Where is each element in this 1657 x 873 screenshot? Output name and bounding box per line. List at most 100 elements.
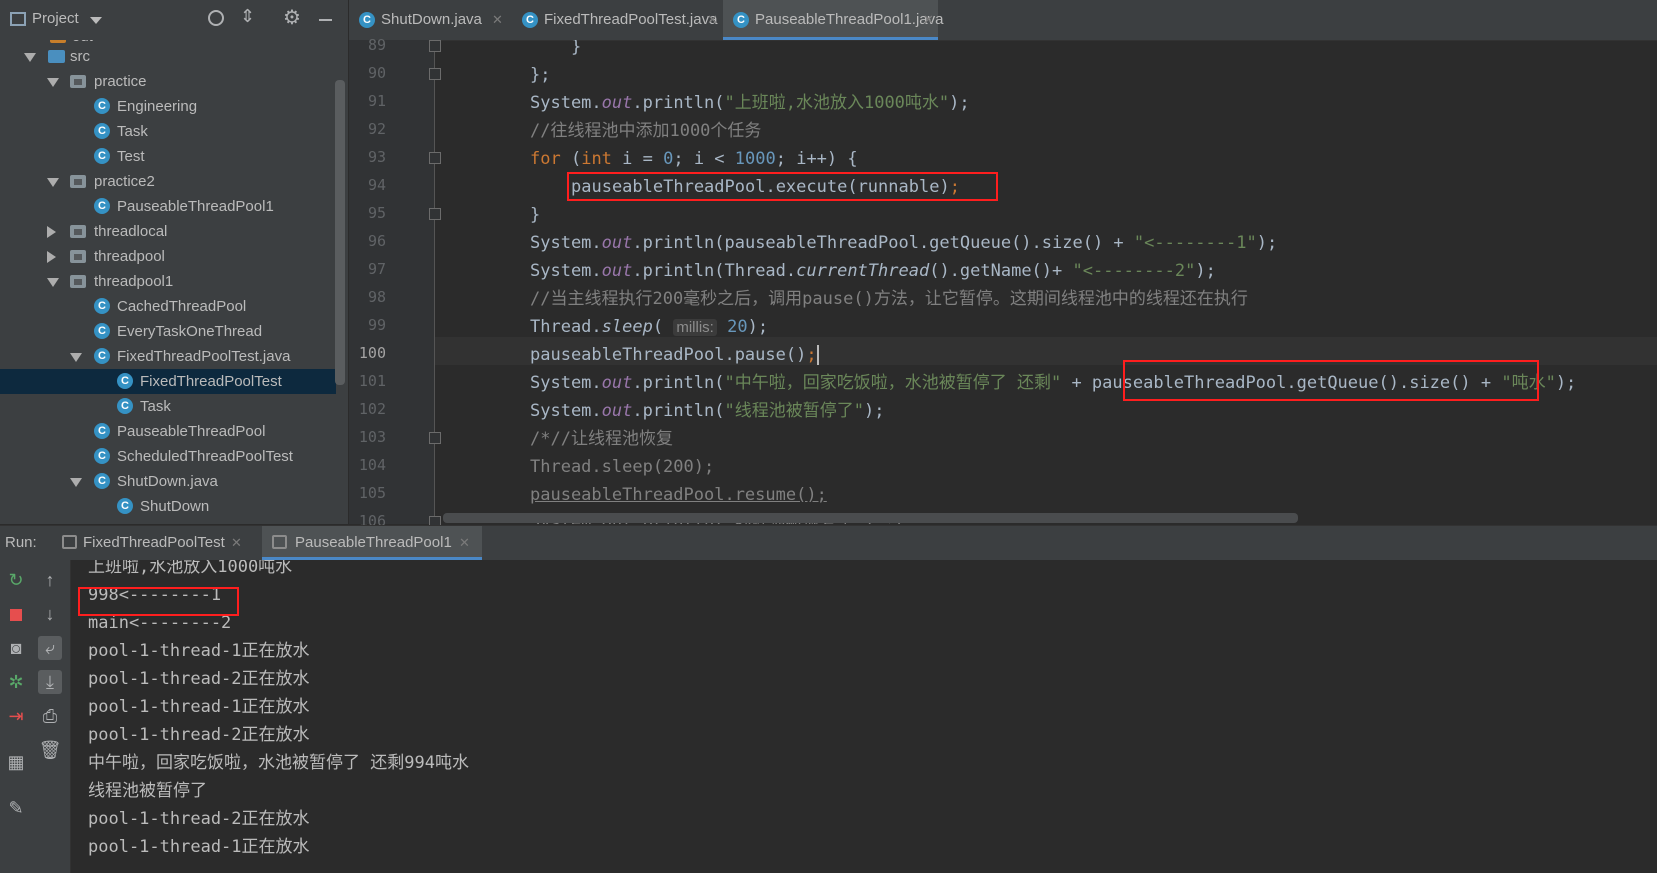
class-icon: C	[94, 323, 110, 339]
code-line-96: System.out.println(pauseableThreadPool.g…	[530, 233, 1278, 253]
tree-item-src[interactable]: src	[0, 44, 336, 69]
tree-item-threadpool1[interactable]: threadpool1	[0, 269, 336, 294]
locate-icon[interactable]	[208, 10, 224, 26]
source-folder-icon	[48, 50, 65, 63]
chevron-down-icon[interactable]	[24, 53, 36, 62]
tree-item-cachedthreadpool[interactable]: C CachedThreadPool	[0, 294, 336, 319]
chevron-down-icon[interactable]	[47, 178, 59, 187]
run-label: Run:	[5, 534, 37, 551]
tab-pauseablethreadpool1-java[interactable]: C PauseableThreadPool1.java ✕	[723, 0, 943, 40]
project-view-icon[interactable]	[10, 12, 26, 26]
layout-icon[interactable]: ▦	[4, 750, 28, 774]
minimize-icon[interactable]	[319, 19, 332, 21]
run-tab-fixedthreadpooltest[interactable]: FixedThreadPoolTest ✕	[58, 526, 253, 559]
print-icon[interactable]: ⎙	[38, 704, 62, 728]
console-line: 线程池被暂停了	[88, 781, 207, 801]
chevron-down-icon[interactable]	[70, 353, 82, 362]
run-toolbar: ↻ ↑ ↓ ◙ ⤶ ✲ ⤓ ⇥ ⎙ 🗑 ▦ ✎	[0, 560, 71, 873]
arrow-down-icon[interactable]: ↓	[38, 602, 62, 626]
soft-wrap-icon[interactable]: ⤶	[38, 636, 62, 660]
run-tab-pauseablethreadpool1[interactable]: PauseableThreadPool1 ✕	[262, 526, 482, 560]
chevron-down-icon[interactable]	[47, 278, 59, 287]
close-icon[interactable]: ✕	[707, 0, 718, 40]
console-output[interactable]: 上班啦,水池放入1000吨水 998<--------1 main<------…	[71, 560, 1657, 873]
code-line-95: }	[530, 205, 541, 225]
tree-item-practice[interactable]: practice	[0, 69, 336, 94]
tree-item-shutdown-java[interactable]: C ShutDown.java	[0, 469, 336, 494]
chevron-down-icon[interactable]	[70, 478, 82, 487]
code-line-100: pauseableThreadPool.pause();	[530, 345, 819, 365]
tree-item-test[interactable]: C Test	[0, 144, 336, 169]
line-number: 90	[367, 64, 386, 82]
horizontal-scrollbar[interactable]	[443, 513, 1298, 523]
trash-icon[interactable]: 🗑	[38, 738, 62, 762]
run-config-icon	[272, 535, 287, 549]
class-icon: C	[117, 398, 133, 414]
tree-item-threadpool[interactable]: threadpool	[0, 244, 336, 269]
chevron-right-icon[interactable]	[47, 251, 56, 263]
class-icon: C	[94, 123, 110, 139]
code-line-103: /*//让线程池恢复	[530, 429, 673, 449]
line-number: 98	[367, 288, 386, 306]
chevron-down-icon[interactable]	[47, 78, 59, 87]
package-icon	[70, 225, 86, 238]
tab-fixedthreadpooltest-java[interactable]: C FixedThreadPoolTest.java ✕	[512, 0, 718, 40]
class-icon: C	[94, 298, 110, 314]
code-line-90: };	[530, 65, 551, 85]
stop-icon[interactable]	[4, 602, 28, 626]
tree-item-pauseablethreadpool1[interactable]: C PauseableThreadPool1	[0, 194, 336, 219]
close-icon[interactable]: ✕	[231, 526, 242, 560]
line-number: 95	[367, 204, 386, 222]
rerun-icon[interactable]: ↻	[4, 568, 28, 592]
java-file-icon: C	[94, 348, 110, 364]
tab-shutdown-java[interactable]: C ShutDown.java ✕	[349, 0, 504, 37]
console-line: pool-1-thread-1正在放水	[88, 837, 310, 857]
code-editor[interactable]: } }; System.out.println("上班啦,水池放入1000吨水"…	[435, 40, 1657, 524]
chevron-down-icon[interactable]	[90, 17, 102, 24]
tree-item-shutdown[interactable]: C ShutDown	[0, 494, 336, 519]
chevron-right-icon[interactable]	[47, 226, 56, 238]
collapse-all-icon[interactable]: ⇕	[240, 6, 255, 27]
class-icon: C	[94, 198, 110, 214]
folder-icon	[50, 40, 66, 43]
package-icon	[70, 275, 86, 288]
class-icon: C	[94, 148, 110, 164]
tree-item-task-2[interactable]: C Task	[0, 394, 336, 419]
tree-item-fixedthreadpooltest[interactable]: C FixedThreadPoolTest	[0, 369, 336, 394]
close-icon[interactable]: ✕	[492, 0, 503, 40]
pin-icon[interactable]: ✎	[4, 796, 28, 820]
code-line-92: //往线程池中添加1000个任务	[530, 121, 762, 141]
class-icon: C	[94, 98, 110, 114]
text-cursor	[816, 345, 819, 365]
debug-icon[interactable]: ✲	[4, 670, 28, 694]
exit-icon[interactable]: ⇥	[4, 704, 28, 728]
class-icon: C	[94, 423, 110, 439]
code-line-102: System.out.println("线程池被暂停了");	[530, 401, 885, 421]
gear-icon[interactable]: ⚙	[283, 5, 301, 30]
project-title[interactable]: Project	[32, 10, 79, 27]
tree-item-scheduledthreadpooltest[interactable]: C ScheduledThreadPoolTest	[0, 444, 336, 469]
line-number: 94	[367, 176, 386, 194]
tree-item-task[interactable]: C Task	[0, 119, 336, 144]
tree-scrollbar[interactable]	[335, 80, 345, 385]
line-number-gutter: 89 90 91 92 93 94 95 96 97 98 99 100 101…	[349, 36, 441, 530]
tree-item-fixedthreadpooltest-java[interactable]: C FixedThreadPoolTest.java	[0, 344, 336, 369]
code-line-91: System.out.println("上班啦,水池放入1000吨水");	[530, 93, 970, 113]
camera-icon[interactable]: ◙	[4, 636, 28, 660]
arrow-up-icon[interactable]: ↑	[38, 568, 62, 592]
tree-item-everytaskonethread[interactable]: C EveryTaskOneThread	[0, 319, 336, 344]
close-icon[interactable]: ✕	[459, 526, 470, 560]
line-number: 99	[367, 316, 386, 334]
line-number: 100	[358, 344, 386, 362]
tree-item-practice2[interactable]: practice2	[0, 169, 336, 194]
class-icon: C	[733, 12, 749, 28]
scroll-to-end-icon[interactable]: ⤓	[38, 670, 62, 694]
close-icon[interactable]: ✕	[923, 0, 934, 40]
highlight-box-console	[78, 587, 239, 616]
console-line: pool-1-thread-2正在放水	[88, 725, 310, 745]
tree-item-threadlocal[interactable]: threadlocal	[0, 219, 336, 244]
class-icon: C	[117, 373, 133, 389]
tree-item-engineering[interactable]: C Engineering	[0, 94, 336, 119]
tree-item-pauseablethreadpool[interactable]: C PauseableThreadPool	[0, 419, 336, 444]
java-file-icon: C	[94, 473, 110, 489]
